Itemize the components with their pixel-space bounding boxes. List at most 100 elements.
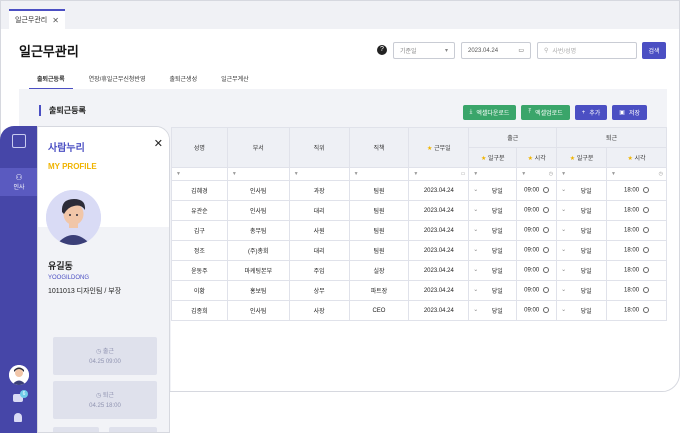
cell-grade[interactable]: 상무	[288, 280, 350, 301]
table-row[interactable]: 이황 홍보팀 상무 파트장 2023.04.24 ⌄ 당일 09:00 ⌄ 당일 18:00	[171, 280, 667, 301]
clock-icon[interactable]	[543, 207, 550, 214]
cell-date[interactable]: 2023.04.24	[408, 260, 470, 281]
cell-grade[interactable]: 대리	[288, 240, 350, 261]
cell-date[interactable]: 2023.04.24	[408, 180, 470, 201]
filter-icon[interactable]: ▼	[288, 167, 350, 181]
header-grade[interactable]: 직위	[288, 127, 350, 168]
cell-in-day[interactable]: ⌄ 당일	[468, 300, 518, 321]
cell-out-day[interactable]: ⌄ 당일	[556, 200, 608, 221]
tab-daily-calc[interactable]: 일근무계산	[213, 71, 257, 90]
cell-dept[interactable]: 마케팅본부	[226, 260, 290, 281]
header-in-day[interactable]: ★ 일구분	[468, 147, 518, 168]
avatar[interactable]	[9, 365, 29, 385]
clock-icon[interactable]	[643, 267, 650, 274]
cell-in-day[interactable]: ⌄ 당일	[468, 220, 518, 241]
cell-out-day[interactable]: ⌄ 당일	[556, 300, 608, 321]
search-button[interactable]: 검색	[642, 42, 666, 59]
cell-dept[interactable]: 홍보팀	[226, 280, 290, 301]
cell-role[interactable]: CEO	[348, 300, 410, 321]
clock-icon[interactable]	[643, 287, 650, 294]
cell-name[interactable]: 김종희	[171, 300, 228, 321]
cell-out-time[interactable]: 18:00	[606, 180, 667, 201]
clock-icon[interactable]	[543, 307, 550, 314]
filter-icon[interactable]: ▼ ◷	[516, 167, 558, 181]
header-out-time[interactable]: ★ 시각	[606, 147, 667, 168]
cell-out-time[interactable]: 18:00	[606, 220, 667, 241]
cell-date[interactable]: 2023.04.24	[408, 200, 470, 221]
cell-date[interactable]: 2023.04.24	[408, 280, 470, 301]
cell-in-time[interactable]: 09:00	[516, 260, 558, 281]
cell-dept[interactable]: 인사팀	[226, 300, 290, 321]
cell-out-day[interactable]: ⌄ 당일	[556, 240, 608, 261]
filter-icon[interactable]: ▼	[348, 167, 410, 181]
date-type-select[interactable]: 기준일 ▾	[393, 42, 455, 59]
cell-in-time[interactable]: 09:00	[516, 180, 558, 201]
cell-dept[interactable]: 인사팀	[226, 180, 290, 201]
table-row[interactable]: 김종희 인사팀 사장 CEO 2023.04.24 ⌄ 당일 09:00 ⌄ 당일 18:00	[171, 300, 667, 321]
filter-icon[interactable]: ▼	[468, 167, 518, 181]
cell-out-day[interactable]: ⌄ 당일	[556, 260, 608, 281]
save-button[interactable]: ▣ 저장	[612, 105, 647, 120]
cell-grade[interactable]: 사원	[288, 220, 350, 241]
table-row[interactable]: 유관순 인사팀 대리 팀원 2023.04.24 ⌄ 당일 09:00 ⌄ 당일 18:00	[171, 200, 667, 221]
clock-in-button[interactable]: ◷ 출근 04.25 09:00	[53, 337, 157, 375]
profile-action-button[interactable]	[53, 427, 99, 432]
cell-grade[interactable]: 주임	[288, 260, 350, 281]
cell-out-day[interactable]: ⌄ 당일	[556, 220, 608, 241]
header-in-time[interactable]: ★ 시각	[516, 147, 558, 168]
table-row[interactable]: 김혜경 인사팀 과장 팀원 2023.04.24 ⌄ 당일 09:00 ⌄ 당일 18:00	[171, 180, 667, 201]
cell-date[interactable]: 2023.04.24	[408, 220, 470, 241]
filter-icon[interactable]: ▼	[171, 167, 228, 181]
cell-out-time[interactable]: 18:00	[606, 260, 667, 281]
header-role[interactable]: 직책	[348, 127, 410, 168]
filter-icon[interactable]: ▼ ▭	[408, 167, 470, 181]
cell-grade[interactable]: 대리	[288, 200, 350, 221]
clock-icon[interactable]	[543, 287, 550, 294]
cell-name[interactable]: 이황	[171, 280, 228, 301]
clock-icon[interactable]: ◷	[659, 171, 666, 177]
filter-icon[interactable]: ▼	[556, 167, 608, 181]
tab-clock-generate[interactable]: 출퇴근생성	[161, 71, 205, 90]
excel-upload-button[interactable]: ⤒ 엑셀업로드	[521, 105, 570, 120]
clock-icon[interactable]	[543, 247, 550, 254]
profile-action-button[interactable]	[109, 427, 157, 432]
cell-in-time[interactable]: 09:00	[516, 280, 558, 301]
cell-out-time[interactable]: 18:00	[606, 240, 667, 261]
date-input[interactable]: 2023.04.24 ▭	[461, 42, 531, 59]
cell-name[interactable]: 유관순	[171, 200, 228, 221]
clock-icon[interactable]	[643, 207, 650, 214]
cell-in-time[interactable]: 09:00	[516, 240, 558, 261]
cell-dept[interactable]: 인사팀	[226, 200, 290, 221]
bell-icon[interactable]	[14, 413, 22, 422]
cell-in-time[interactable]: 09:00	[516, 200, 558, 221]
table-row[interactable]: 김구 총무팀 사원 팀원 2023.04.24 ⌄ 당일 09:00 ⌄ 당일 18:00	[171, 220, 667, 241]
cell-dept[interactable]: 총무팀	[226, 220, 290, 241]
cell-name[interactable]: 윤동주	[171, 260, 228, 281]
cell-out-day[interactable]: ⌄ 당일	[556, 180, 608, 201]
clock-icon[interactable]: ◷	[549, 171, 556, 177]
cell-role[interactable]: 팀원	[348, 200, 410, 221]
excel-download-button[interactable]: ⤓ 엑셀다운로드	[462, 105, 517, 120]
cell-in-day[interactable]: ⌄ 당일	[468, 260, 518, 281]
header-dept[interactable]: 부서	[226, 127, 290, 168]
cell-out-time[interactable]: 18:00	[606, 300, 667, 321]
sidebar-item-hr[interactable]: ⚇ 인사	[0, 168, 38, 196]
clock-icon[interactable]	[643, 227, 650, 234]
search-input[interactable]: ⚲ 사번/성명	[537, 42, 637, 59]
cell-name[interactable]: 김구	[171, 220, 228, 241]
cell-role[interactable]: 파트장	[348, 280, 410, 301]
table-row[interactable]: 윤동주 마케팅본부 주임 실장 2023.04.24 ⌄ 당일 09:00 ⌄ 당일 18:00	[171, 260, 667, 281]
header-work-date[interactable]: ★ 근무일	[408, 127, 470, 168]
close-icon[interactable]: ✕	[52, 16, 59, 25]
filter-icon[interactable]: ▼ ◷	[606, 167, 667, 181]
cell-role[interactable]: 팀원	[348, 180, 410, 201]
cell-role[interactable]: 실장	[348, 260, 410, 281]
add-button[interactable]: + 추가	[574, 105, 608, 120]
calendar-icon[interactable]: ▭	[461, 171, 468, 177]
cell-dept[interactable]: (주)총회	[226, 240, 290, 261]
clock-out-button[interactable]: ◷ 퇴근 04.25 18:00	[53, 381, 157, 419]
logo-icon[interactable]	[12, 134, 26, 148]
cell-name[interactable]: 김혜경	[171, 180, 228, 201]
clock-icon[interactable]	[543, 187, 550, 194]
clock-icon[interactable]	[543, 267, 550, 274]
